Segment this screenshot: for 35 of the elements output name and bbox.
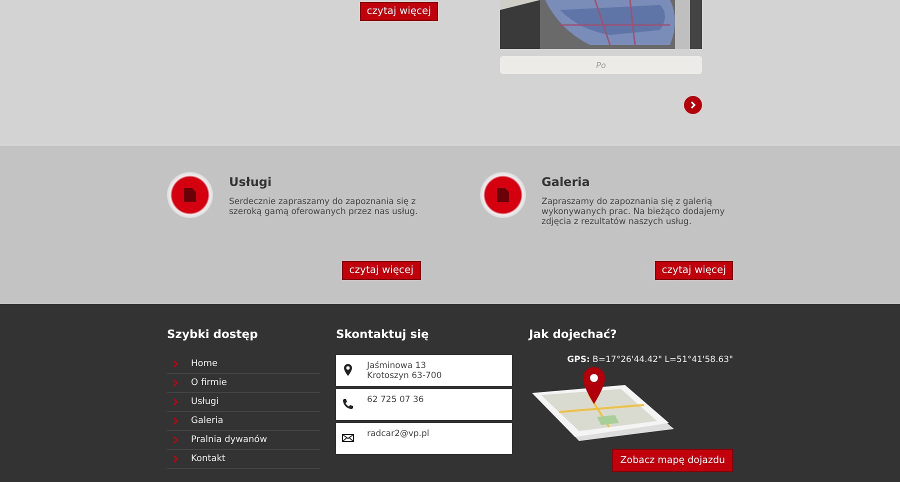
contact-text: Jaśminowa 13 Krotoszyn 63-700 xyxy=(367,361,442,381)
footer-link[interactable]: O firmie xyxy=(167,374,320,393)
chevron-icon xyxy=(173,417,178,425)
read-more-button[interactable]: czytaj więcej xyxy=(654,261,733,280)
contact-text: radcar2@vp.pl xyxy=(367,429,430,439)
footer-link[interactable]: Usługi xyxy=(167,393,320,412)
footer-link[interactable]: Home xyxy=(167,355,320,374)
chevron-icon xyxy=(173,436,178,444)
envelope-icon xyxy=(342,432,354,444)
feature-title: Galeria xyxy=(542,174,591,189)
section-title: Jak dojechać? xyxy=(529,327,618,343)
feature-description: Zapraszamy do zapoznania się z galerią wykonywanych prac. Na bieżąco dodajemy zdjęcia z rezultatów naszych usług. xyxy=(542,197,726,227)
phone-icon xyxy=(342,398,354,410)
chevron-icon xyxy=(689,101,697,109)
map-button[interactable]: Zobacz mapę dojazdu xyxy=(612,449,733,472)
document-icon xyxy=(480,172,526,218)
image-caption: Po xyxy=(500,56,702,74)
location-pin-icon xyxy=(342,364,354,376)
chevron-icon xyxy=(173,455,178,463)
chevron-icon xyxy=(173,379,178,387)
footer-link[interactable]: Pralnia dywanów xyxy=(167,431,320,450)
footer-link[interactable]: Kontakt xyxy=(167,450,320,469)
section-title: Skontaktuj się xyxy=(336,327,430,343)
gps-coordinates: GPS: B=17°26'44.42" L=51°41'58.63" xyxy=(566,355,733,365)
read-more-button[interactable]: czytaj więcej xyxy=(360,2,438,21)
footer-link[interactable]: Galeria xyxy=(167,412,320,431)
chevron-icon xyxy=(173,360,178,368)
chevron-icon xyxy=(173,398,178,406)
feature-title: Usługi xyxy=(229,174,273,189)
document-icon xyxy=(167,172,213,218)
next-arrow-button[interactable] xyxy=(684,96,702,114)
section-title: Szybki dostęp xyxy=(167,327,259,343)
contact-text: 62 725 07 36 xyxy=(367,395,424,405)
read-more-button[interactable]: czytaj więcej xyxy=(342,261,420,280)
feature-description: Serdecznie zapraszamy do zapoznania się z szeroką gamą oferowanych przez nas usług. xyxy=(229,197,419,217)
